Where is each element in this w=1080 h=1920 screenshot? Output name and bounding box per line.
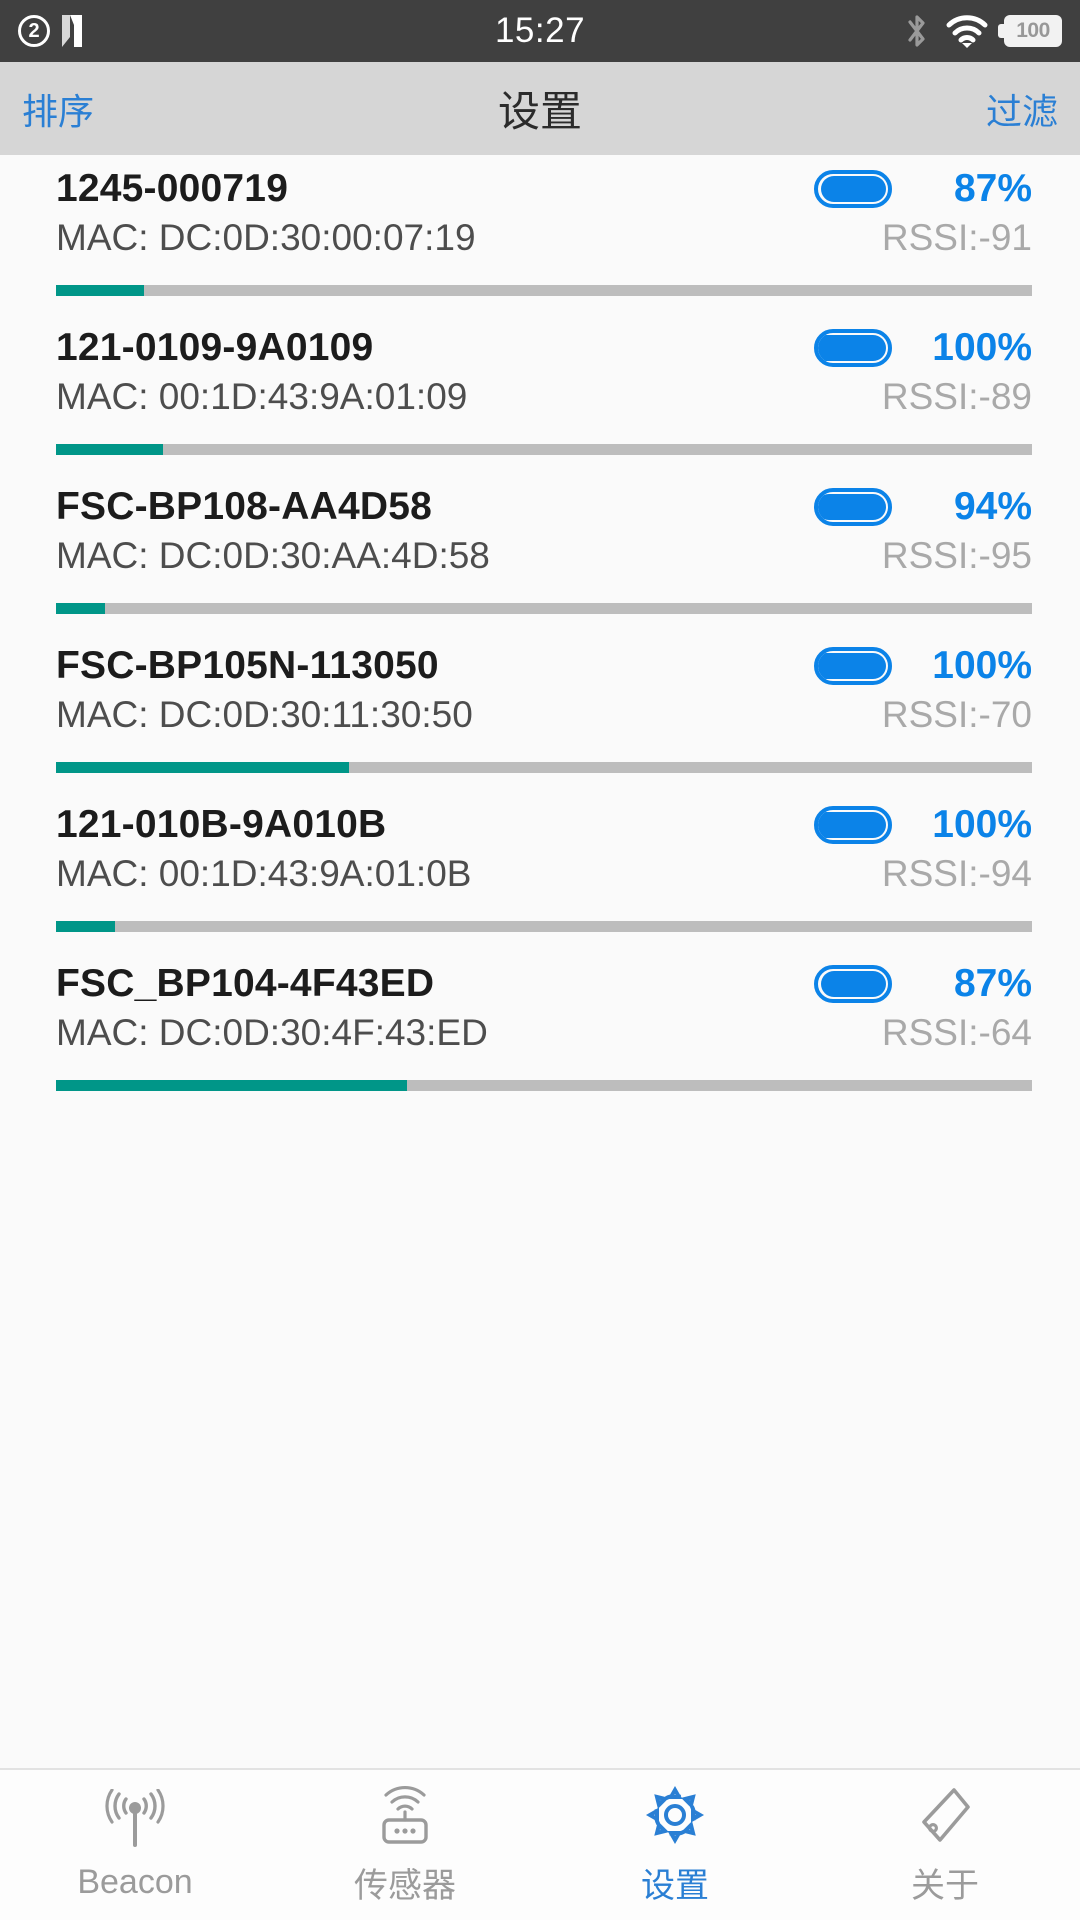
status-bar-left: 2 (18, 13, 92, 49)
device-battery-group: 100% (814, 644, 1032, 688)
device-mac: MAC: DC:0D:30:4F:43:ED (56, 1012, 488, 1053)
device-battery-group: 87% (814, 962, 1032, 1006)
device-mac: MAC: DC:0D:30:AA:4D:58 (56, 535, 490, 576)
device-name: 121-010B-9A010B (56, 803, 387, 846)
n-logo-icon (60, 13, 92, 49)
signal-strength-bar (56, 1080, 1032, 1091)
signal-strength-bar (56, 921, 1032, 932)
battery-status-icon: 100 (998, 15, 1062, 47)
device-rssi: RSSI:-94 (881, 853, 1032, 894)
device-row[interactable]: 1245-000719 87% MAC: DC:0D:30:00:07:19 RSSI… (0, 155, 1080, 296)
app-root: 2 15:27 100 排序 设置 过滤 1245-000719 87% MAC… (0, 0, 1080, 1920)
signal-strength-bar (56, 285, 1032, 296)
nav-bar: 排序 设置 过滤 (0, 62, 1080, 155)
device-battery-group: 100% (814, 803, 1032, 847)
device-row[interactable]: FSC_BP104-4F43ED 87% MAC: DC:0D:30:4F:43:E… (0, 950, 1080, 1091)
device-name: FSC_BP104-4F43ED (56, 962, 435, 1005)
battery-percent: 100% (932, 326, 1032, 369)
device-name: 1245-000719 (56, 167, 289, 210)
device-mac: MAC: 00:1D:43:9A:01:0B (56, 853, 472, 894)
battery-percent: 94% (953, 485, 1032, 528)
signal-strength-bar (56, 444, 1032, 455)
signal-strength-bar (56, 762, 1032, 773)
device-row[interactable]: FSC-BP105N-113050 100% MAC: DC:0D:30:11:30… (0, 632, 1080, 773)
battery-percent: 100% (932, 803, 1032, 846)
tab-label: 传感器 (354, 1866, 456, 1905)
sort-button[interactable]: 排序 (22, 83, 94, 135)
device-list[interactable]: 1245-000719 87% MAC: DC:0D:30:00:07:19 RSSI… (0, 155, 1080, 1768)
battery-percent: 87% (953, 962, 1032, 1005)
device-battery-group: 94% (814, 485, 1032, 529)
device-mac: MAC: 00:1D:43:9A:01:09 (56, 376, 468, 417)
device-rssi: RSSI:-95 (881, 535, 1032, 576)
filter-button[interactable]: 过滤 (986, 83, 1058, 135)
status-bar: 2 15:27 100 (0, 0, 1080, 62)
status-bar-right: 100 (904, 12, 1062, 50)
tab-bar: Beacon 传感器 设置 关于 (0, 1768, 1080, 1920)
device-rssi: RSSI:-70 (881, 694, 1032, 735)
beacon-antenna-icon (104, 1788, 166, 1851)
tab-label: 关于 (911, 1866, 979, 1905)
wifi-icon (946, 14, 988, 48)
device-rssi: RSSI:-89 (881, 376, 1032, 417)
device-battery-group: 100% (814, 326, 1032, 370)
battery-icon (814, 647, 892, 685)
device-battery-group: 87% (814, 167, 1032, 211)
page-title: 设置 (497, 88, 582, 135)
battery-icon (814, 329, 892, 367)
battery-icon (814, 170, 892, 208)
device-name: FSC-BP105N-113050 (56, 644, 439, 687)
tag-icon (914, 1784, 976, 1846)
battery-icon (814, 965, 892, 1003)
battery-status-level: 100 (1016, 19, 1050, 42)
device-mac: MAC: DC:0D:30:11:30:50 (56, 694, 473, 735)
sensor-router-icon (374, 1784, 436, 1846)
device-row[interactable]: FSC-BP108-AA4D58 94% MAC: DC:0D:30:AA:4D:5… (0, 473, 1080, 614)
tab-settings[interactable]: 设置 (540, 1784, 810, 1907)
battery-percent: 100% (932, 644, 1032, 687)
device-mac: MAC: DC:0D:30:00:07:19 (56, 217, 476, 258)
tab-about[interactable]: 关于 (810, 1784, 1080, 1907)
device-rssi: RSSI:-64 (881, 1012, 1032, 1053)
device-row[interactable]: 121-0109-9A0109 100% MAC: 00:1D:43:9A:01:0… (0, 314, 1080, 455)
notification-count-badge: 2 (18, 15, 50, 47)
tab-beacon[interactable]: Beacon (0, 1788, 270, 1902)
device-name: 121-0109-9A0109 (56, 326, 374, 369)
device-row[interactable]: 121-010B-9A010B 100% MAC: 00:1D:43:9A:01:0… (0, 791, 1080, 932)
tab-label: Beacon (77, 1862, 193, 1901)
tab-sensor[interactable]: 传感器 (270, 1784, 540, 1907)
battery-icon (814, 806, 892, 844)
battery-percent: 87% (953, 167, 1032, 210)
device-name: FSC-BP108-AA4D58 (56, 485, 432, 528)
battery-icon (814, 488, 892, 526)
signal-strength-bar (56, 603, 1032, 614)
bluetooth-icon (904, 12, 930, 50)
gear-icon (644, 1784, 706, 1846)
tab-label: 设置 (641, 1866, 709, 1905)
device-rssi: RSSI:-91 (881, 217, 1032, 258)
